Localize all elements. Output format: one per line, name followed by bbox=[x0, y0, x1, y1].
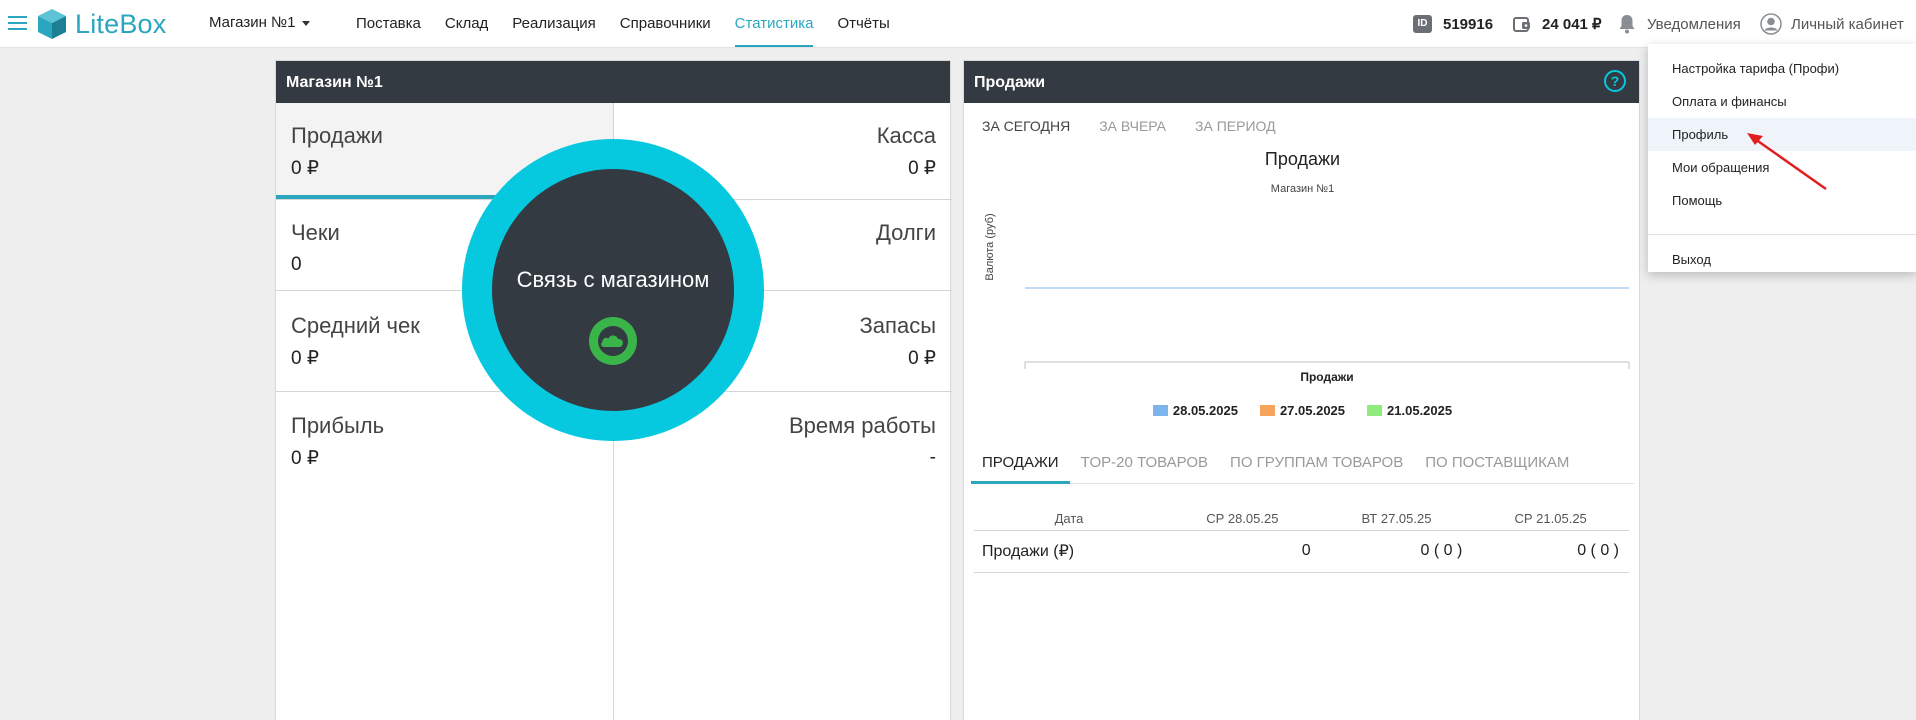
table-cell: 0 bbox=[1164, 530, 1321, 573]
cash-label: Касса bbox=[876, 123, 936, 148]
profit-value: 0 ₽ bbox=[291, 448, 319, 469]
legend-swatch bbox=[1152, 405, 1168, 416]
chart-legend: 28.05.2025 27.05.2025 21.05.2025 bbox=[964, 403, 1641, 418]
legend-item[interactable]: 28.05.2025 bbox=[1152, 403, 1238, 418]
table-cell: 0 ( 0 ) bbox=[1472, 530, 1629, 573]
sales-panel: Продажи ? ЗА СЕГОДНЯ ЗА ВЧЕРА ЗА ПЕРИОД … bbox=[963, 60, 1640, 720]
user-avatar-icon bbox=[1760, 13, 1782, 35]
menu-item-logout[interactable]: Выход bbox=[1648, 243, 1916, 276]
tab-top20[interactable]: TOP-20 ТОВАРОВ bbox=[1070, 454, 1219, 484]
column-header: СР 21.05.25 bbox=[1472, 508, 1629, 531]
nav-item-supply[interactable]: Поставка bbox=[356, 0, 421, 48]
row-label: Продажи (₽) bbox=[974, 530, 1164, 573]
user-id-block: ID 519916 bbox=[1413, 0, 1493, 48]
logo-text: LiteBox bbox=[75, 8, 167, 39]
menu-divider bbox=[1648, 234, 1916, 235]
nav-item-sales[interactable]: Реализация bbox=[512, 0, 595, 48]
menu-item-tariff[interactable]: Настройка тарифа (Профи) bbox=[1648, 52, 1916, 85]
sales-label: Продажи bbox=[291, 123, 383, 148]
period-tabs: ЗА СЕГОДНЯ ЗА ВЧЕРА ЗА ПЕРИОД bbox=[982, 118, 1305, 134]
menu-item-payments[interactable]: Оплата и финансы bbox=[1648, 85, 1916, 118]
logo[interactable]: LiteBox bbox=[37, 8, 166, 40]
id-icon: ID bbox=[1413, 15, 1432, 33]
store-connection-button[interactable]: Связь с магазином bbox=[492, 169, 734, 411]
store-selector[interactable]: Магазин №1 bbox=[209, 14, 311, 31]
chart-y-axis-label: Валюта (руб) bbox=[984, 213, 996, 280]
notifications-label: Уведомления bbox=[1647, 15, 1741, 33]
table-cell: 0 ( 0 ) bbox=[1320, 530, 1473, 573]
column-header: СР 28.05.25 bbox=[1164, 508, 1321, 531]
litebox-cube-icon bbox=[38, 9, 66, 39]
menu-item-profile[interactable]: Профиль bbox=[1648, 118, 1916, 151]
tab-by-suppliers[interactable]: ПО ПОСТАВЩИКАМ bbox=[1414, 454, 1580, 484]
legend-item[interactable]: 21.05.2025 bbox=[1367, 403, 1452, 418]
chart-title: Продажи bbox=[1264, 149, 1341, 169]
table-header-row: Дата СР 28.05.25 ВТ 27.05.25 СР 21.05.25 bbox=[974, 508, 1629, 531]
caret-down-icon bbox=[302, 20, 311, 26]
legend-label: 21.05.2025 bbox=[1387, 403, 1453, 418]
bell-icon bbox=[1619, 15, 1635, 34]
sales-table: Дата СР 28.05.25 ВТ 27.05.25 СР 21.05.25… bbox=[974, 508, 1629, 573]
chart-subtitle: Магазин №1 bbox=[1270, 183, 1335, 195]
balance-block[interactable]: 24 041 ₽ bbox=[1512, 0, 1602, 48]
menu-item-help[interactable]: Помощь bbox=[1648, 184, 1916, 217]
table-row: Продажи (₽) 0 0 ( 0 ) 0 ( 0 ) bbox=[974, 530, 1629, 573]
tab-today[interactable]: ЗА СЕГОДНЯ bbox=[982, 118, 1070, 134]
report-tabs: ПРОДАЖИ TOP-20 ТОВАРОВ ПО ГРУППАМ ТОВАРО… bbox=[971, 454, 1634, 484]
legend-label: 28.05.2025 bbox=[1172, 403, 1238, 418]
legend-item[interactable]: 27.05.2025 bbox=[1259, 403, 1346, 418]
tab-sales[interactable]: ПРОДАЖИ bbox=[971, 454, 1070, 484]
legend-swatch bbox=[1367, 405, 1383, 416]
help-icon[interactable]: ? bbox=[1604, 70, 1626, 92]
cloud-icon bbox=[589, 317, 637, 365]
top-bar: LiteBox Магазин №1 Поставка Склад Реализ… bbox=[0, 0, 1916, 48]
nav-item-reports[interactable]: Отчёты bbox=[837, 0, 889, 48]
legend-label: 27.05.2025 bbox=[1279, 403, 1346, 418]
work-time-value: - bbox=[929, 447, 936, 468]
sales-panel-title: Продажи bbox=[964, 61, 1639, 103]
user-id: 519916 bbox=[1443, 15, 1494, 33]
nav-item-warehouse[interactable]: Склад bbox=[445, 0, 488, 48]
tab-by-groups[interactable]: ПО ГРУППАМ ТОВАРОВ bbox=[1219, 454, 1414, 484]
wallet-icon bbox=[1513, 17, 1530, 32]
main-nav: Поставка Склад Реализация Справочники Ст… bbox=[356, 0, 914, 48]
nav-item-statistics[interactable]: Статистика bbox=[734, 0, 814, 47]
legend-swatch bbox=[1259, 405, 1275, 416]
sales-chart: Валюта (руб) Продажи bbox=[984, 213, 1630, 384]
chart-category-label: Продажи bbox=[1300, 370, 1353, 384]
balance-value: 24 041 ₽ bbox=[1542, 16, 1602, 33]
store-connection-label: Связь с магазином bbox=[516, 267, 710, 292]
column-header: ВТ 27.05.25 bbox=[1320, 508, 1473, 531]
notifications-button[interactable]: Уведомления bbox=[1618, 0, 1741, 48]
menu-item-requests[interactable]: Мои обращения bbox=[1648, 151, 1916, 184]
tab-yesterday[interactable]: ЗА ВЧЕРА bbox=[1099, 118, 1166, 134]
tab-period[interactable]: ЗА ПЕРИОД bbox=[1195, 118, 1276, 134]
account-button[interactable]: Личный кабинет bbox=[1760, 0, 1904, 48]
account-dropdown: Настройка тарифа (Профи) Оплата и финанс… bbox=[1648, 44, 1916, 272]
store-selector-label: Магазин №1 bbox=[209, 14, 296, 31]
menu-icon[interactable] bbox=[8, 16, 27, 30]
account-label: Личный кабинет bbox=[1791, 15, 1904, 33]
column-header-date: Дата bbox=[974, 508, 1164, 531]
store-panel-title: Магазин №1 bbox=[276, 61, 950, 103]
nav-item-directories[interactable]: Справочники bbox=[620, 0, 711, 48]
